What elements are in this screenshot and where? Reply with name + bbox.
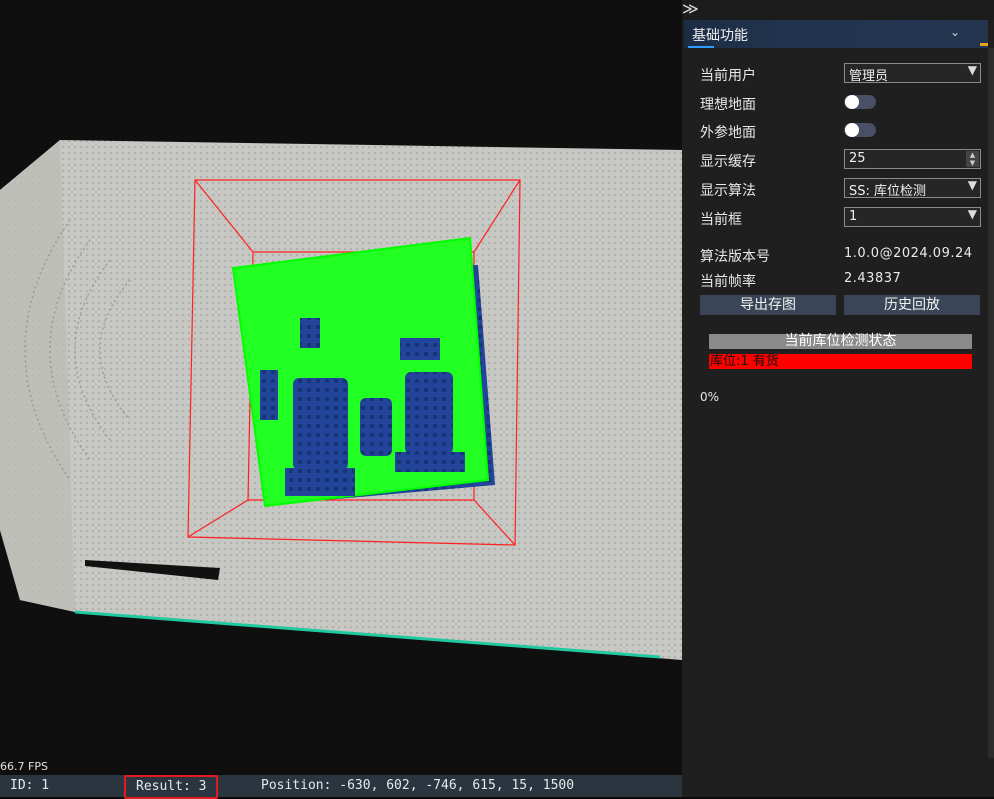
- row-ideal-ground: 理想地面: [700, 92, 982, 114]
- current-fps-value: 2.43837: [844, 271, 902, 286]
- slot-status-item: 库位:1 有货: [709, 354, 972, 369]
- ideal-ground-toggle[interactable]: [844, 95, 876, 109]
- row-algorithm-version: 算法版本号 1.0.0@2024.09.24: [700, 244, 982, 266]
- row-current-fps: 当前帧率 2.43837: [700, 269, 982, 291]
- spin-down-icon[interactable]: ▼: [966, 159, 979, 167]
- chevron-down-icon: ▼: [967, 178, 977, 192]
- ideal-ground-label: 理想地面: [700, 97, 756, 113]
- display-cache-label: 显示缓存: [700, 154, 756, 170]
- slot-status-title: 当前库位检测状态: [709, 334, 972, 349]
- point-cloud-viewport[interactable]: 66.7 FPS: [0, 0, 682, 775]
- display-algorithm-label: 显示算法: [700, 183, 756, 199]
- row-current-frame: 当前框 1 ▼: [700, 207, 982, 229]
- chevron-down-icon: ▼: [967, 63, 977, 77]
- spinbox-buttons[interactable]: ▲ ▼: [966, 151, 979, 167]
- current-user-label: 当前用户: [700, 68, 756, 84]
- status-id: ID: 1: [10, 778, 50, 793]
- title-underline: [688, 46, 714, 48]
- collapse-panel-icon[interactable]: ≫: [682, 0, 699, 18]
- algorithm-version-value: 1.0.0@2024.09.24: [844, 246, 973, 261]
- section-title: 基础功能: [692, 28, 748, 44]
- export-image-button[interactable]: 导出存图: [700, 295, 836, 315]
- display-cache-value: 25: [849, 151, 866, 166]
- display-algorithm-value: SS: 库位检测: [849, 184, 927, 199]
- chevron-down-icon: ▼: [967, 207, 977, 221]
- toggle-knob: [845, 95, 859, 109]
- current-user-value: 管理员: [849, 69, 889, 84]
- row-current-user: 当前用户 管理员 ▼: [700, 63, 982, 85]
- display-algorithm-select[interactable]: SS: 库位检测 ▼: [844, 178, 981, 199]
- current-frame-value: 1: [849, 209, 858, 224]
- section-header-basic[interactable]: 基础功能 ⌄: [684, 20, 988, 48]
- panel-scrollbar[interactable]: [988, 48, 994, 758]
- resize-grip-icon: [980, 43, 988, 46]
- chevron-down-icon[interactable]: ⌄: [950, 25, 960, 39]
- fps-counter: 66.7 FPS: [0, 760, 48, 773]
- extrinsic-ground-toggle[interactable]: [844, 123, 876, 137]
- algorithm-version-label: 算法版本号: [700, 249, 770, 265]
- status-position: Position: -630, 602, -746, 615, 15, 1500: [261, 778, 575, 793]
- status-result: Result: 3: [124, 775, 219, 799]
- row-display-algorithm: 显示算法 SS: 库位检测 ▼: [700, 178, 982, 200]
- extrinsic-ground-label: 外参地面: [700, 125, 756, 141]
- display-cache-spinbox[interactable]: 25 ▲ ▼: [844, 149, 981, 169]
- row-display-cache: 显示缓存 25 ▲ ▼: [700, 149, 982, 171]
- history-playback-button[interactable]: 历史回放: [844, 295, 980, 315]
- current-frame-label: 当前框: [700, 212, 742, 228]
- status-bar: ID: 1 Result: 3 Position: -630, 602, -74…: [0, 775, 682, 799]
- row-extrinsic-ground: 外参地面: [700, 120, 982, 142]
- point-cloud-canvas: [0, 0, 682, 775]
- current-user-select[interactable]: 管理员 ▼: [844, 63, 981, 84]
- progress-percent: 0%: [700, 390, 720, 404]
- spin-up-icon[interactable]: ▲: [966, 151, 979, 159]
- current-fps-label: 当前帧率: [700, 274, 756, 290]
- current-frame-select[interactable]: 1 ▼: [844, 207, 981, 227]
- toggle-knob: [845, 123, 859, 137]
